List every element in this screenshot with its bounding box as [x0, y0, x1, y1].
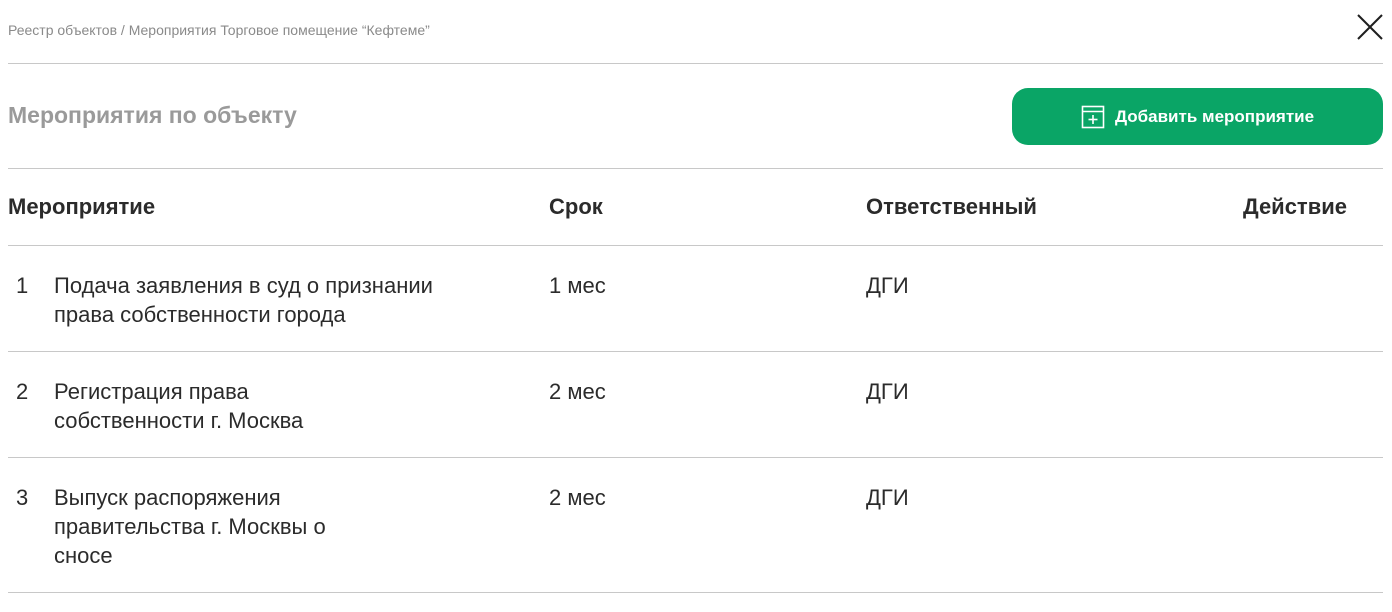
- row-term: 1 мес: [549, 273, 606, 298]
- breadcrumb[interactable]: Реестр объектов / Мероприятия Торговое п…: [8, 22, 430, 38]
- row-divider: [8, 351, 1383, 352]
- add-event-button-label: Добавить мероприятие: [1114, 106, 1315, 126]
- column-header-action: Действие: [1243, 194, 1347, 219]
- column-header-term: Срок: [549, 194, 603, 219]
- column-header-event: Мероприятие: [8, 194, 156, 219]
- row-event-title: Подача заявления в суд о признании права…: [54, 273, 433, 327]
- table-header-divider: [8, 245, 1383, 246]
- section-title: Мероприятия по объекту: [8, 102, 297, 128]
- calendar-plus-icon: [1081, 105, 1105, 129]
- row-term: 2 мес: [549, 485, 606, 510]
- close-icon: [1357, 14, 1383, 40]
- row-term: 2 мес: [549, 379, 606, 404]
- header-divider: [8, 63, 1383, 64]
- close-button[interactable]: [1355, 12, 1385, 42]
- row-responsible: ДГИ: [866, 485, 909, 510]
- section-divider: [8, 168, 1383, 169]
- add-event-button[interactable]: Добавить мероприятие: [1012, 88, 1383, 145]
- column-header-responsible: Ответственный: [866, 194, 1037, 219]
- row-event-title: Регистрация права собственности г. Москв…: [54, 379, 304, 433]
- row-responsible: ДГИ: [866, 379, 909, 404]
- row-number: 2: [16, 379, 29, 404]
- row-divider: [8, 592, 1383, 593]
- row-divider: [8, 457, 1383, 458]
- row-number: 3: [16, 485, 29, 510]
- row-responsible: ДГИ: [866, 273, 909, 298]
- row-number: 1: [16, 273, 29, 298]
- row-event-title: Выпуск распоряжения правительства г. Мос…: [54, 485, 326, 568]
